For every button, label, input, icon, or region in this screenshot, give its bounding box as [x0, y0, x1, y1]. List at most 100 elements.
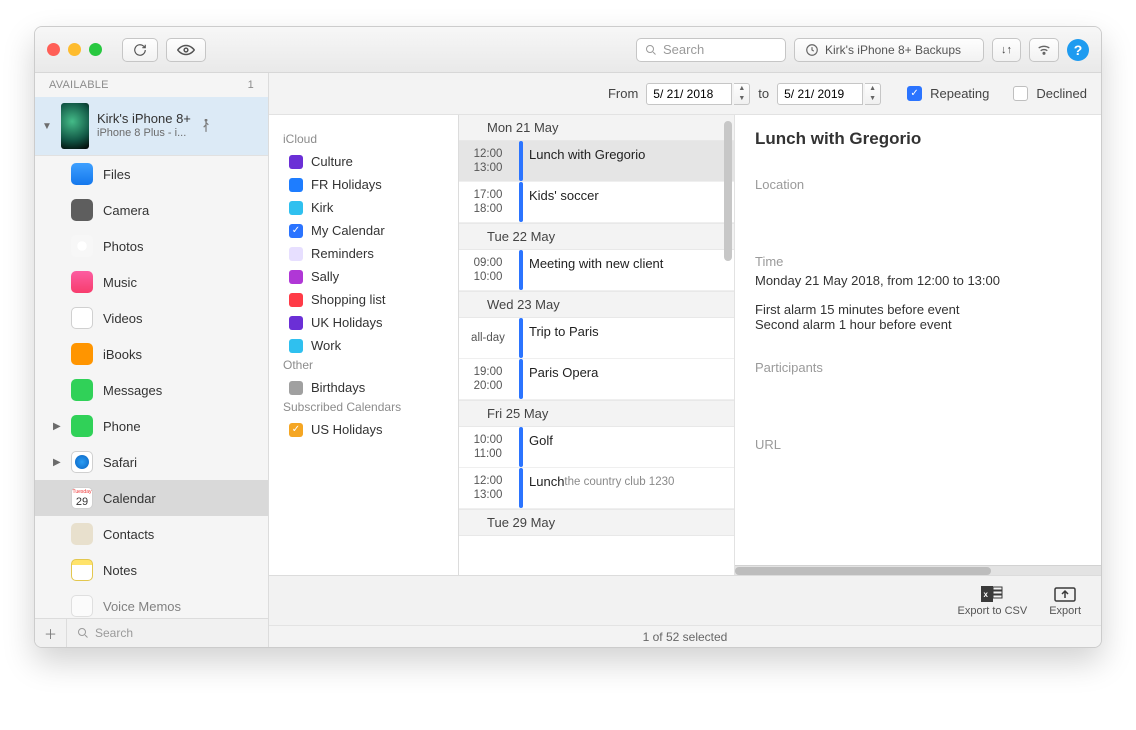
calendar-item[interactable]: Work	[269, 334, 458, 357]
event-row[interactable]: 09:0010:00Meeting with new client	[459, 250, 734, 291]
notes-icon	[71, 559, 93, 581]
usb-icon	[199, 119, 213, 133]
zoom-window-button[interactable]	[89, 43, 102, 56]
event-subtitle: the country club 1230	[564, 476, 674, 502]
event-row[interactable]: 19:0020:00Paris Opera	[459, 359, 734, 400]
calendar-item[interactable]: FR Holidays	[269, 173, 458, 196]
transfer-button[interactable]: ↓↑	[992, 38, 1021, 62]
export-button[interactable]: Export	[1049, 585, 1081, 617]
sidebar-item-files[interactable]: Files	[35, 156, 268, 192]
sidebar-item-phone[interactable]: ▶Phone	[35, 408, 268, 444]
event-row[interactable]: 12:0013:00Lunchthe country club 1230	[459, 468, 734, 509]
sidebar-item-label: Safari	[103, 455, 137, 470]
device-row[interactable]: ▼ Kirk's iPhone 8+ iPhone 8 Plus - i...	[35, 97, 268, 156]
event-row[interactable]: 12:0013:00Lunch with Gregorio	[459, 141, 734, 182]
events-scrollbar[interactable]	[724, 121, 732, 261]
videos-icon	[71, 307, 93, 329]
sidebar-item-safari[interactable]: ▶Safari	[35, 444, 268, 480]
sidebar-item-messages[interactable]: Messages	[35, 372, 268, 408]
calendar-color-checkbox[interactable]	[289, 247, 303, 261]
calendar-item-label: Culture	[311, 154, 353, 169]
sidebar-item-voicememos[interactable]: Voice Memos	[35, 588, 268, 618]
event-color-bar	[519, 427, 523, 467]
calendar-item[interactable]: Birthdays	[269, 376, 458, 399]
calendar-item[interactable]: ✓US Holidays	[269, 418, 458, 441]
event-detail-pane: Lunch with Gregorio Location Time Monday…	[735, 115, 1101, 575]
to-date-field[interactable]	[777, 83, 863, 105]
declined-checkbox[interactable]	[1013, 86, 1028, 101]
photos-icon	[71, 235, 93, 257]
sidebar-item-calendar[interactable]: Tuesday29Calendar	[35, 480, 268, 516]
url-label: URL	[755, 437, 1081, 452]
sidebar-search-input[interactable]: Search	[67, 619, 268, 647]
add-button[interactable]: ＋	[35, 619, 67, 647]
day-header: Fri 25 May	[459, 400, 734, 427]
event-time: 19:0020:00	[459, 359, 517, 399]
refresh-button[interactable]	[122, 38, 158, 62]
minimize-window-button[interactable]	[68, 43, 81, 56]
alarm-1: First alarm 15 minutes before event	[755, 302, 1081, 317]
event-title: Lunch	[529, 474, 564, 502]
sidebar-item-label: Videos	[103, 311, 143, 326]
calendar-color-checkbox[interactable]	[289, 201, 303, 215]
event-color-bar	[519, 250, 523, 290]
calendar-color-checkbox[interactable]	[289, 270, 303, 284]
sidebar-item-label: Messages	[103, 383, 162, 398]
calendar-item[interactable]: Kirk	[269, 196, 458, 219]
calendar-color-checkbox[interactable]: ✓	[289, 224, 303, 238]
event-row[interactable]: 10:0011:00Golf	[459, 427, 734, 468]
global-search-input[interactable]: Search	[636, 38, 786, 62]
from-date-stepper[interactable]: ▲▼	[734, 83, 750, 105]
sidebar-item-contacts[interactable]: Contacts	[35, 516, 268, 552]
event-row[interactable]: all-dayTrip to Paris	[459, 318, 734, 359]
calendar-color-checkbox[interactable]	[289, 316, 303, 330]
sidebar-item-ibooks[interactable]: iBooks	[35, 336, 268, 372]
location-label: Location	[755, 177, 1081, 192]
calendar-item[interactable]: Shopping list	[269, 288, 458, 311]
calendar-item-label: My Calendar	[311, 223, 385, 238]
calendar-color-checkbox[interactable]	[289, 178, 303, 192]
calendar-item[interactable]: Culture	[269, 150, 458, 173]
calendar-item[interactable]: Sally	[269, 265, 458, 288]
sidebar-item-music[interactable]: Music	[35, 264, 268, 300]
export-csv-button[interactable]: x Export to CSV	[958, 585, 1028, 617]
to-date-stepper[interactable]: ▲▼	[865, 83, 881, 105]
sidebar-item-label: Calendar	[103, 491, 156, 506]
from-date-input[interactable]: ▲▼	[646, 83, 750, 105]
sidebar-item-notes[interactable]: Notes	[35, 552, 268, 588]
sidebar-item-label: Phone	[103, 419, 141, 434]
event-color-bar	[519, 468, 523, 508]
disclosure-triangle-icon[interactable]: ▼	[41, 121, 53, 132]
sidebar-header-count: 1	[248, 79, 254, 91]
calendar-color-checkbox[interactable]	[289, 155, 303, 169]
sidebar-item-camera[interactable]: Camera	[35, 192, 268, 228]
detail-scrollbar[interactable]	[735, 565, 1101, 575]
calendar-color-checkbox[interactable]	[289, 293, 303, 307]
filter-bar: From ▲▼ to ▲▼ ✓ Repeating Declined	[269, 73, 1101, 115]
to-date-input[interactable]: ▲▼	[777, 83, 881, 105]
wifi-button[interactable]	[1029, 38, 1059, 62]
repeating-checkbox[interactable]: ✓	[907, 86, 922, 101]
camera-icon	[71, 199, 93, 221]
event-row[interactable]: 17:0018:00Kids' soccer	[459, 182, 734, 223]
calendar-color-checkbox[interactable]	[289, 381, 303, 395]
calendar-section-header: iCloud	[269, 131, 458, 150]
sidebar-item-videos[interactable]: Videos	[35, 300, 268, 336]
export-icon	[1053, 585, 1077, 603]
preview-button[interactable]	[166, 38, 206, 62]
event-time: 10:0011:00	[459, 427, 517, 467]
calendar-item[interactable]: UK Holidays	[269, 311, 458, 334]
repeating-label: Repeating	[930, 86, 989, 101]
calendar-color-checkbox[interactable]	[289, 339, 303, 353]
backups-dropdown[interactable]: Kirk's iPhone 8+ Backups	[794, 38, 984, 62]
event-title: Lunch with Gregorio	[529, 147, 645, 175]
calendar-color-checkbox[interactable]: ✓	[289, 423, 303, 437]
calendar-item-label: Sally	[311, 269, 339, 284]
from-date-field[interactable]	[646, 83, 732, 105]
close-window-button[interactable]	[47, 43, 60, 56]
event-time: 09:0010:00	[459, 250, 517, 290]
calendar-item[interactable]: ✓ My Calendar	[269, 219, 458, 242]
help-button[interactable]: ?	[1067, 39, 1089, 61]
sidebar-item-photos[interactable]: Photos	[35, 228, 268, 264]
calendar-item[interactable]: Reminders	[269, 242, 458, 265]
